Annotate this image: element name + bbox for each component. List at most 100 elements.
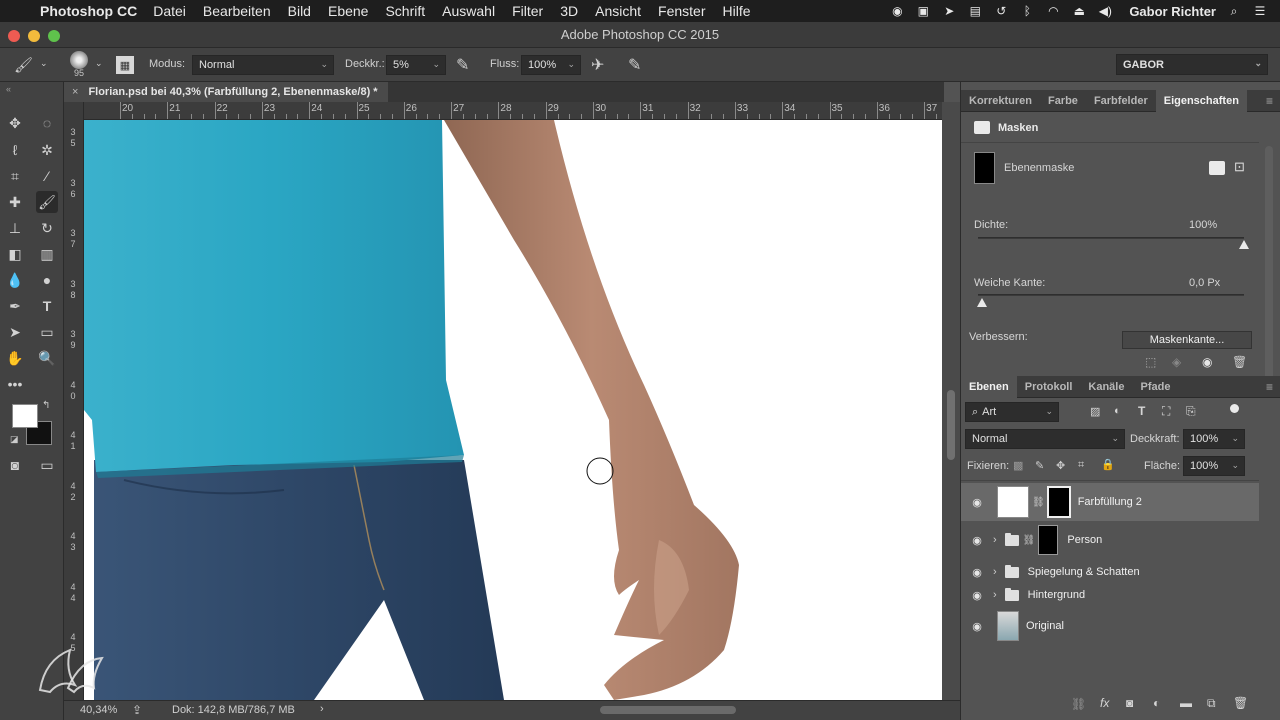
lock-artboard-icon[interactable]: ⌗	[1078, 459, 1084, 472]
layer-row-spiegelung-schatten[interactable]: ◉ › Spiegelung & Schatten	[961, 561, 1259, 583]
panel-menu-icon[interactable]: ≡	[1266, 380, 1273, 394]
mask-thumbnail[interactable]	[974, 152, 995, 184]
apply-mask-icon[interactable]: ◈	[1172, 355, 1181, 369]
trash-icon[interactable]: 🗑	[1232, 355, 1247, 369]
eyedropper-tool-icon[interactable]: ⁄	[36, 165, 58, 187]
tab-eigenschaften[interactable]: Eigenschaften	[1155, 89, 1247, 112]
bluetooth-icon[interactable]: ᛒ	[1019, 4, 1035, 18]
gradient-tool-icon[interactable]: ▥	[36, 243, 58, 265]
eye-icon[interactable]: ◉	[970, 620, 984, 633]
dichte-slider[interactable]	[978, 237, 1244, 239]
pixel-mask-icon[interactable]	[1209, 161, 1225, 175]
screen-icon[interactable]: ▣	[915, 4, 931, 18]
layer-filter-select[interactable]: ⌕ Art ⌄	[965, 402, 1059, 422]
eraser-tool-icon[interactable]: ◧	[4, 243, 26, 265]
layer-row-hintergrund[interactable]: ◉ › Hintergrund	[961, 584, 1259, 606]
layer-style-icon[interactable]: fx	[1100, 696, 1109, 710]
blend-mode-select[interactable]: Normal ⌄	[965, 429, 1125, 449]
filter-type-icon[interactable]: T	[1138, 404, 1145, 418]
eye-icon[interactable]: ◉	[970, 496, 984, 509]
path-select-tool-icon[interactable]: ➤	[4, 321, 26, 343]
vector-mask-icon[interactable]: ⊡	[1234, 159, 1245, 175]
layer-thumbnail[interactable]	[997, 611, 1019, 641]
tab-protokoll[interactable]: Protokoll	[1017, 376, 1081, 398]
lasso-tool-icon[interactable]: ℓ	[4, 139, 26, 161]
filter-adjustment-icon[interactable]: ◐	[1114, 405, 1121, 417]
panel-menu-icon[interactable]: ≡	[1266, 94, 1273, 108]
eye-icon[interactable]: ◉	[970, 589, 984, 602]
properties-scrollbar[interactable]	[1265, 146, 1273, 382]
trash-icon[interactable]: 🗑	[1233, 696, 1248, 710]
dichte-value[interactable]: 100%	[1189, 219, 1217, 231]
menu-bearbeiten[interactable]: Bearbeiten	[203, 3, 271, 19]
filter-shape-icon[interactable]: ⛶	[1162, 404, 1170, 419]
stamp-tool-icon[interactable]: ⊥	[4, 217, 26, 239]
hand-tool-icon[interactable]: ✋	[4, 347, 26, 369]
layer-opacity-input[interactable]: 100% ⌄	[1183, 429, 1245, 449]
dodge-tool-icon[interactable]: ●	[36, 269, 58, 291]
eye-icon[interactable]: ◉	[1202, 355, 1212, 369]
default-colors-icon[interactable]: ◪	[10, 434, 19, 445]
menu-auswahl[interactable]: Auswahl	[442, 3, 495, 19]
menu-schrift[interactable]: Schrift	[385, 3, 425, 19]
brush-tool-icon[interactable]: 🖌	[14, 56, 33, 74]
eye-icon[interactable]: ◉	[970, 534, 984, 547]
add-mask-icon[interactable]: ◙	[1126, 696, 1133, 710]
blur-tool-icon[interactable]: 💧	[4, 269, 26, 291]
weiche-kante-slider[interactable]	[978, 294, 1244, 296]
menu-hilfe[interactable]: Hilfe	[723, 3, 751, 19]
new-group-icon[interactable]: ▬	[1180, 696, 1192, 710]
horizontal-scrollbar-thumb[interactable]	[600, 706, 736, 714]
lock-position-icon[interactable]: ✥	[1056, 459, 1065, 472]
layer-name[interactable]: Original	[1026, 620, 1064, 632]
menu-ansicht[interactable]: Ansicht	[595, 3, 641, 19]
user-name[interactable]: Gabor Richter	[1129, 4, 1216, 19]
quick-select-tool-icon[interactable]: ✲	[36, 139, 58, 161]
more-tools-icon[interactable]: •••	[4, 373, 26, 395]
dichte-slider-knob[interactable]	[1239, 240, 1249, 249]
link-icon[interactable]: ⛓	[1023, 535, 1036, 546]
swap-colors-icon[interactable]: ↰	[42, 400, 50, 411]
zoom-tool-icon[interactable]: 🔍	[36, 347, 58, 369]
healing-tool-icon[interactable]: ✚	[4, 191, 26, 213]
zoom-window-button[interactable]	[48, 30, 60, 42]
foreground-color-swatch[interactable]	[12, 404, 38, 428]
pen-tool-icon[interactable]: ✒	[4, 295, 26, 317]
menu-datei[interactable]: Datei	[153, 3, 186, 19]
tab-farbe[interactable]: Farbe	[1040, 90, 1086, 112]
vertical-scrollbar[interactable]	[942, 102, 960, 700]
chevron-right-icon[interactable]: ›	[993, 534, 997, 546]
layer-mask-thumbnail[interactable]	[1038, 525, 1059, 555]
tab-farbfelder[interactable]: Farbfelder	[1086, 90, 1156, 112]
fluss-input[interactable]: 100% ⌄	[521, 55, 581, 75]
pressure-size-icon[interactable]: ✎	[628, 55, 641, 75]
arrow-icon[interactable]: ➤	[941, 4, 957, 18]
zoom-level[interactable]: 40,34%	[80, 704, 117, 716]
maskenkante-button[interactable]: Maskenkante...	[1122, 331, 1252, 349]
adjustment-layer-icon[interactable]: ◐	[1153, 696, 1160, 710]
history-brush-tool-icon[interactable]: ↻	[36, 217, 58, 239]
crop-tool-icon[interactable]: ⌗	[4, 165, 26, 187]
canvas[interactable]	[84, 120, 942, 700]
eye-icon[interactable]: ◉	[970, 566, 984, 579]
menu-bild[interactable]: Bild	[288, 3, 311, 19]
horizontal-ruler[interactable]: 20 21 22 23 24 25 26 27 28 29 30 31 32 33 34 35 36 37	[84, 102, 944, 120]
chevron-right-icon[interactable]: ›	[993, 589, 997, 601]
time-machine-icon[interactable]: ↺	[993, 4, 1009, 18]
wifi-icon[interactable]: ◠	[1045, 4, 1061, 18]
list-icon[interactable]: ☰	[1252, 4, 1268, 18]
layer-name[interactable]: Person	[1067, 534, 1102, 546]
modus-select[interactable]: Normal ⌄	[192, 55, 334, 75]
vertical-ruler[interactable]: 3536373839404142434445	[64, 102, 84, 700]
chevron-down-icon[interactable]: ⌄	[95, 58, 103, 69]
link-layers-icon[interactable]: ⛓	[1071, 697, 1086, 711]
airbrush-icon[interactable]: ✈	[591, 55, 604, 75]
weiche-kante-value[interactable]: 0,0 Px	[1189, 277, 1220, 289]
screen-mode-icon[interactable]: ▭	[36, 454, 58, 476]
tab-ebenen[interactable]: Ebenen	[961, 375, 1017, 398]
layer-name[interactable]: Hintergrund	[1028, 589, 1085, 601]
minimize-window-button[interactable]	[28, 30, 40, 42]
load-selection-icon[interactable]: ⬚	[1145, 355, 1156, 369]
menu-3d[interactable]: 3D	[560, 3, 578, 19]
layer-name[interactable]: Spiegelung & Schatten	[1028, 566, 1140, 578]
